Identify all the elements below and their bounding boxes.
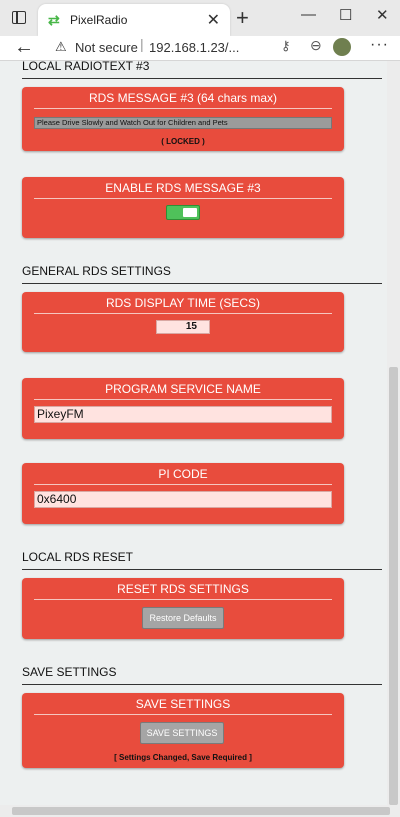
url-divider: | [140,36,144,52]
card-divider [34,484,332,485]
locked-status: ( LOCKED ) [161,137,205,146]
save-settings-title: SAVE SETTINGS [135,697,231,711]
url-field[interactable]: ⚠ Not secure | 192.168.1.23/... ⚷ ⊖ ☆ [45,36,350,58]
display-time-input[interactable]: 15 [156,320,210,334]
rds-message-title: RDS MESSAGE #3 (64 chars max) [88,91,278,105]
tab-actions-icon[interactable] [12,11,26,24]
pixelradio-favicon-icon: ⇄ [48,12,60,28]
pi-code-card: PI CODE 0x6400 [22,463,344,524]
not-secure-label[interactable]: Not secure [75,40,138,55]
profile-avatar[interactable] [333,38,351,56]
program-service-card: PROGRAM SERVICE NAME PixeyFM [22,378,344,439]
page-content: LOCAL RADIOTEXT #3 RDS MESSAGE #3 (64 ch… [0,61,387,805]
rds-message-card: RDS MESSAGE #3 (64 chars max) Please Dri… [22,87,344,151]
browser-tab[interactable]: ⇄ PixelRadio ✕ [38,4,230,36]
horizontal-scrollbar[interactable] [0,805,400,817]
vertical-scroll-thumb[interactable] [389,367,398,805]
pi-code-input[interactable]: 0x6400 [34,491,332,508]
section-divider [22,684,382,685]
maximize-icon[interactable]: ☐ [339,6,352,24]
card-divider [34,399,332,400]
card-divider [34,714,332,715]
section-divider [22,569,382,570]
back-arrow-icon[interactable]: ← [14,36,34,59]
section-divider [22,283,382,284]
reset-rds-title: RESET RDS SETTINGS [117,582,249,596]
zoom-out-icon[interactable]: ⊖ [310,37,322,54]
enable-rds-toggle[interactable] [166,205,200,220]
section-local-radiotext: LOCAL RADIOTEXT #3 [22,61,150,73]
display-time-card: RDS DISPLAY TIME (SECS) 15 [22,292,344,352]
more-options-icon[interactable]: ··· [370,36,389,54]
section-local-rds-reset: LOCAL RDS RESET [22,550,133,564]
program-service-title: PROGRAM SERVICE NAME [105,382,261,396]
display-time-title: RDS DISPLAY TIME (SECS) [105,296,261,310]
horizontal-scroll-thumb[interactable] [12,807,390,815]
close-window-icon[interactable]: ✕ [376,6,389,24]
save-settings-card: SAVE SETTINGS SAVE SETTINGS [ Settings C… [22,693,344,768]
address-bar: ← ⚠ Not secure | 192.168.1.23/... ⚷ ⊖ ☆ … [0,36,400,61]
program-service-input[interactable]: PixeyFM [34,406,332,423]
enable-rds-title: ENABLE RDS MESSAGE #3 [105,181,261,195]
pi-code-title: PI CODE [158,467,208,481]
save-settings-button[interactable]: SAVE SETTINGS [140,722,224,744]
reset-rds-card: RESET RDS SETTINGS Restore Defaults [22,578,344,639]
section-general-rds: GENERAL RDS SETTINGS [22,264,171,278]
new-tab-button[interactable]: + [236,5,249,31]
browser-titlebar: ⇄ PixelRadio ✕ + — ☐ ✕ [0,0,400,36]
enable-rds-card: ENABLE RDS MESSAGE #3 [22,177,344,238]
section-divider [22,78,382,79]
tab-title: PixelRadio [70,13,128,27]
url-text[interactable]: 192.168.1.23/... [149,40,239,55]
toggle-knob [183,208,197,217]
card-divider [34,599,332,600]
rds-message-field[interactable]: Please Drive Slowly and Watch Out for Ch… [34,117,332,129]
minimize-icon[interactable]: — [301,6,316,23]
restore-defaults-button[interactable]: Restore Defaults [142,607,224,629]
section-save-settings: SAVE SETTINGS [22,665,117,679]
key-icon[interactable]: ⚷ [281,38,291,54]
close-tab-icon[interactable]: ✕ [207,10,220,30]
vertical-scrollbar[interactable] [387,61,400,805]
save-status-note: [ Settings Changed, Save Required ] [114,753,252,762]
card-divider [34,198,332,199]
card-divider [34,108,332,109]
warning-icon[interactable]: ⚠ [55,39,67,55]
card-divider [34,313,332,314]
